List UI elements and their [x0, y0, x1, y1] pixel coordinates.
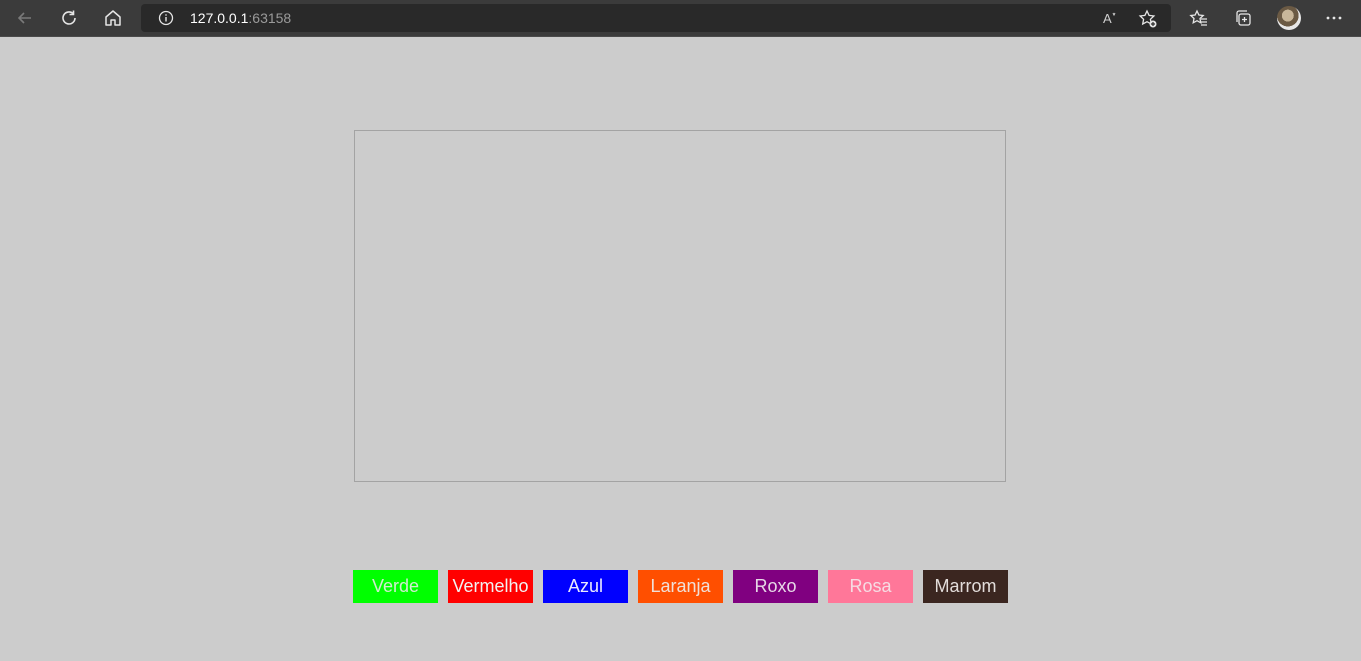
address-host: 127.0.0.1 — [190, 10, 249, 26]
reload-icon[interactable] — [55, 4, 83, 32]
color-button-laranja[interactable]: Laranja — [638, 570, 723, 603]
browser-toolbar: 127.0.0.1:63158 A — [0, 0, 1361, 37]
back-arrow-icon[interactable] — [11, 4, 39, 32]
color-button-vermelho[interactable]: Vermelho — [448, 570, 533, 603]
color-button-rosa[interactable]: Rosa — [828, 570, 913, 603]
read-aloud-icon[interactable]: A — [1102, 9, 1120, 32]
add-favorite-icon[interactable] — [1138, 9, 1158, 34]
color-button-roxo[interactable]: Roxo — [733, 570, 818, 603]
address-port: :63158 — [248, 10, 292, 26]
color-button-marrom[interactable]: Marrom — [923, 570, 1008, 603]
profile-avatar[interactable] — [1277, 6, 1301, 30]
address-url[interactable]: 127.0.0.1:63158 — [190, 10, 291, 26]
svg-text:A: A — [1103, 11, 1112, 26]
drawing-canvas[interactable] — [354, 130, 1006, 482]
color-button-azul[interactable]: Azul — [543, 570, 628, 603]
color-palette: Verde Vermelho Azul Laranja Roxo Rosa Ma… — [353, 570, 1008, 603]
more-icon[interactable] — [1320, 4, 1348, 32]
info-icon[interactable] — [158, 10, 174, 31]
color-button-verde[interactable]: Verde — [353, 570, 438, 603]
home-icon[interactable] — [99, 4, 127, 32]
favorites-icon[interactable] — [1185, 4, 1213, 32]
collections-icon[interactable] — [1229, 4, 1257, 32]
address-bar[interactable]: 127.0.0.1:63158 A — [141, 4, 1171, 32]
